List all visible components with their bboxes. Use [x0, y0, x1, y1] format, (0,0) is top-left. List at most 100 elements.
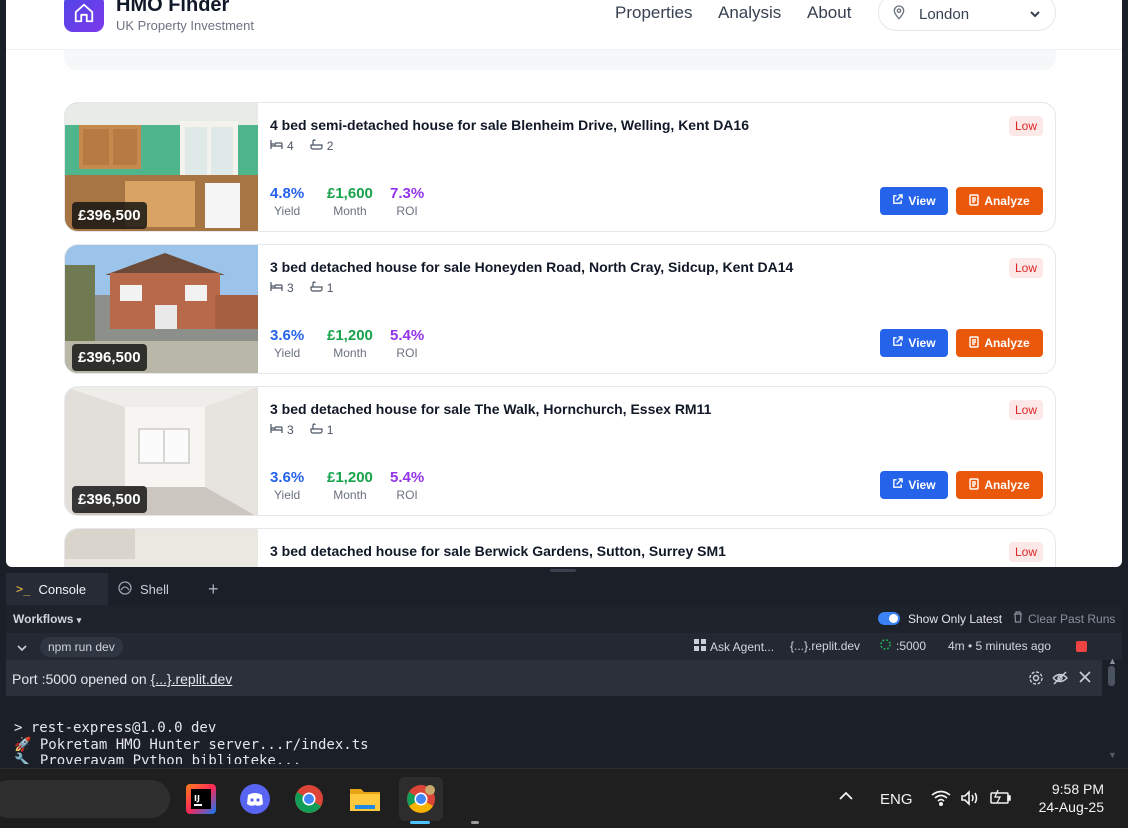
listing-title[interactable]: 3 bed detached house for sale Berwick Ga… — [270, 543, 726, 559]
listing-title[interactable]: 4 bed semi-detached house for sale Blenh… — [270, 117, 749, 133]
price-badge: £396,500 — [72, 202, 147, 229]
tab-shell[interactable]: Shell — [108, 573, 196, 605]
shell-icon — [118, 580, 132, 598]
close-icon[interactable] — [1078, 670, 1092, 689]
agent-icon — [694, 639, 706, 654]
property-photo[interactable] — [65, 529, 258, 567]
risk-badge: Low — [1008, 258, 1043, 278]
chrome-profile-icon[interactable] — [399, 777, 443, 821]
intellij-icon[interactable]: IJ — [184, 782, 218, 816]
console-line: 🚀 Pokretam HMO Hunter server...r/index.t… — [14, 737, 369, 753]
loading-spinner-icon — [880, 639, 891, 653]
nav-about[interactable]: About — [807, 3, 851, 23]
bed-bath-info: 3 1 — [270, 423, 333, 437]
metric-roi: 5.4% ROI — [390, 469, 424, 502]
scrollbar-thumb[interactable] — [1108, 666, 1115, 686]
terminal-prompt-icon: >_ — [16, 582, 31, 596]
workflows-dropdown[interactable]: Workflows ▾ — [13, 612, 81, 626]
bed-icon — [270, 281, 283, 295]
property-card[interactable]: £396,500 3 bed detached house for sale T… — [64, 386, 1056, 516]
analyze-button[interactable]: Analyze — [956, 187, 1043, 215]
property-photo[interactable]: £396,500 — [65, 103, 258, 231]
external-link-icon — [892, 194, 904, 208]
nav-properties[interactable]: Properties — [615, 3, 692, 23]
add-tab-button[interactable]: + — [198, 573, 228, 605]
price-badge: £396,500 — [72, 344, 147, 371]
document-icon — [969, 335, 980, 351]
view-button[interactable]: View — [880, 187, 948, 215]
listing-title[interactable]: 3 bed detached house for sale Honeyden R… — [270, 259, 793, 275]
yield-label: Yield — [273, 346, 301, 360]
listing-title[interactable]: 3 bed detached house for sale The Walk, … — [270, 401, 711, 417]
clear-past-runs-button[interactable]: Clear Past Runs — [1013, 611, 1115, 626]
app-indicator — [471, 821, 479, 824]
language-indicator[interactable]: ENG — [880, 791, 913, 808]
property-photo[interactable]: £396,500 — [65, 245, 258, 373]
metric-roi: 7.3% ROI — [390, 185, 424, 218]
port-link[interactable]: {...}.replit.dev — [151, 671, 233, 687]
bath-count: 1 — [326, 423, 334, 437]
analyze-button[interactable]: Analyze — [956, 471, 1043, 499]
bath-icon — [310, 281, 323, 295]
chrome-icon[interactable] — [292, 782, 326, 816]
roi-value: 5.4% — [390, 469, 425, 486]
discord-icon[interactable] — [238, 782, 272, 816]
home-logo-icon[interactable] — [64, 0, 104, 32]
metric-yield: 4.8% Yield — [270, 185, 304, 218]
chevron-down-icon: ▾ — [76, 615, 82, 625]
metric-month: £1,200 Month — [327, 327, 373, 360]
scroll-down-icon[interactable]: ▼ — [1108, 750, 1117, 760]
chevron-up-icon[interactable] — [838, 789, 854, 807]
bed-bath-info: 4 2 — [270, 139, 333, 153]
windows-taskbar: IJ ENG 9:58 PM 24-Aug-25 — [0, 768, 1128, 828]
console-line: 🔧 Proveravam Python biblioteke... — [14, 753, 302, 764]
risk-badge: Low — [1008, 116, 1043, 136]
show-only-latest-toggle[interactable] — [878, 612, 900, 625]
wifi-icon[interactable] — [931, 790, 951, 811]
yield-value: 3.6% — [270, 327, 305, 344]
yield-label: Yield — [273, 204, 301, 218]
bed-count: 3 — [287, 281, 294, 295]
location-select[interactable]: London — [878, 0, 1056, 31]
eye-off-icon[interactable] — [1052, 670, 1068, 691]
console-output[interactable]: > rest-express@1.0.0 dev 🚀 Pokretam HMO … — [6, 696, 1102, 764]
show-only-latest-label: Show Only Latest — [908, 612, 1003, 626]
pane-resize-handle[interactable] — [550, 569, 576, 572]
domain-link[interactable]: {...}.replit.dev — [790, 639, 860, 653]
clock-date: 24-Aug-25 — [1038, 799, 1104, 815]
tab-console[interactable]: >_ Console — [6, 573, 108, 605]
nav-analysis[interactable]: Analysis — [718, 3, 781, 23]
bath-icon — [310, 423, 323, 437]
yield-label: Yield — [273, 488, 301, 502]
clock-time: 9:58 PM — [1051, 781, 1104, 797]
settings-gear-icon[interactable] — [1028, 670, 1044, 691]
active-app-indicator — [410, 821, 430, 824]
file-explorer-icon[interactable] — [348, 782, 382, 816]
scroll-up-icon[interactable]: ▲ — [1108, 656, 1117, 666]
property-card[interactable]: £396,500 4 bed semi-detached house for s… — [64, 102, 1056, 232]
port-indicator[interactable]: :5000 — [880, 639, 926, 653]
external-link-icon — [892, 478, 904, 492]
battery-icon[interactable] — [990, 789, 1012, 810]
chevron-down-icon[interactable] — [17, 640, 27, 658]
analyze-button[interactable]: Analyze — [956, 329, 1043, 357]
metric-month: £1,200 Month — [327, 469, 373, 502]
taskbar-search[interactable] — [0, 780, 170, 818]
console-scrollbar[interactable]: ▲ ▼ — [1104, 656, 1120, 760]
run-time: 4m • 5 minutes ago — [948, 639, 1051, 653]
property-card[interactable]: 3 bed detached house for sale Berwick Ga… — [64, 528, 1056, 567]
workflow-run-row: npm run dev Ask Agent... {...}.replit.de… — [6, 633, 1122, 660]
property-card[interactable]: £396,500 3 bed detached house for sale H… — [64, 244, 1056, 374]
map-pin-icon — [891, 4, 907, 25]
volume-icon[interactable] — [960, 790, 980, 811]
property-photo[interactable]: £396,500 — [65, 387, 258, 515]
trash-icon — [1013, 611, 1023, 626]
view-button[interactable]: View — [880, 471, 948, 499]
svg-text:IJ: IJ — [194, 794, 200, 803]
system-clock[interactable]: 9:58 PM 24-Aug-25 — [1039, 780, 1104, 816]
view-button[interactable]: View — [880, 329, 948, 357]
price-badge: £396,500 — [72, 486, 147, 513]
chevron-down-icon — [1029, 7, 1041, 25]
stop-button[interactable] — [1076, 641, 1087, 652]
ask-agent-button[interactable]: Ask Agent... — [694, 639, 774, 654]
